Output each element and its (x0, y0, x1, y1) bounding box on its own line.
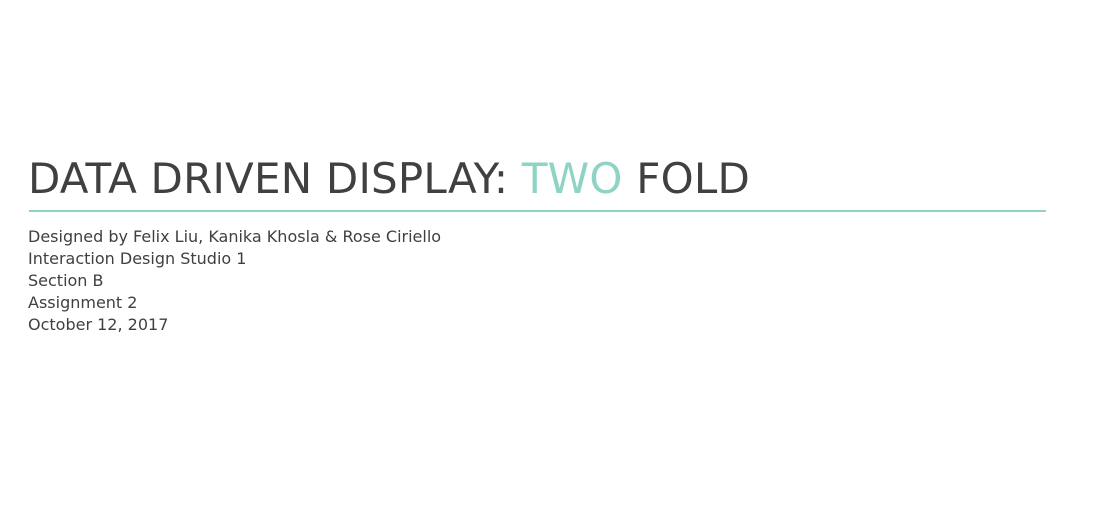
title-slide: DATA DRIVEN DISPLAY: TWO FOLD Designed b… (0, 0, 1095, 526)
project-details: Designed by Felix Liu, Kanika Khosla & R… (28, 226, 441, 336)
title-accent-word: TWO (521, 154, 623, 203)
assignment-line: Assignment 2 (28, 293, 138, 312)
course-line: Interaction Design Studio 1 (28, 249, 247, 268)
date-line: October 12, 2017 (28, 315, 169, 334)
title-underline-divider (29, 210, 1046, 212)
designers-line: Designed by Felix Liu, Kanika Khosla & R… (28, 227, 442, 246)
title-part-2: FOLD (622, 154, 750, 203)
page-title: DATA DRIVEN DISPLAY: TWO FOLD (28, 150, 750, 208)
title-part-1: DATA DRIVEN DISPLAY: (28, 154, 522, 203)
section-line: Section B (28, 271, 104, 290)
